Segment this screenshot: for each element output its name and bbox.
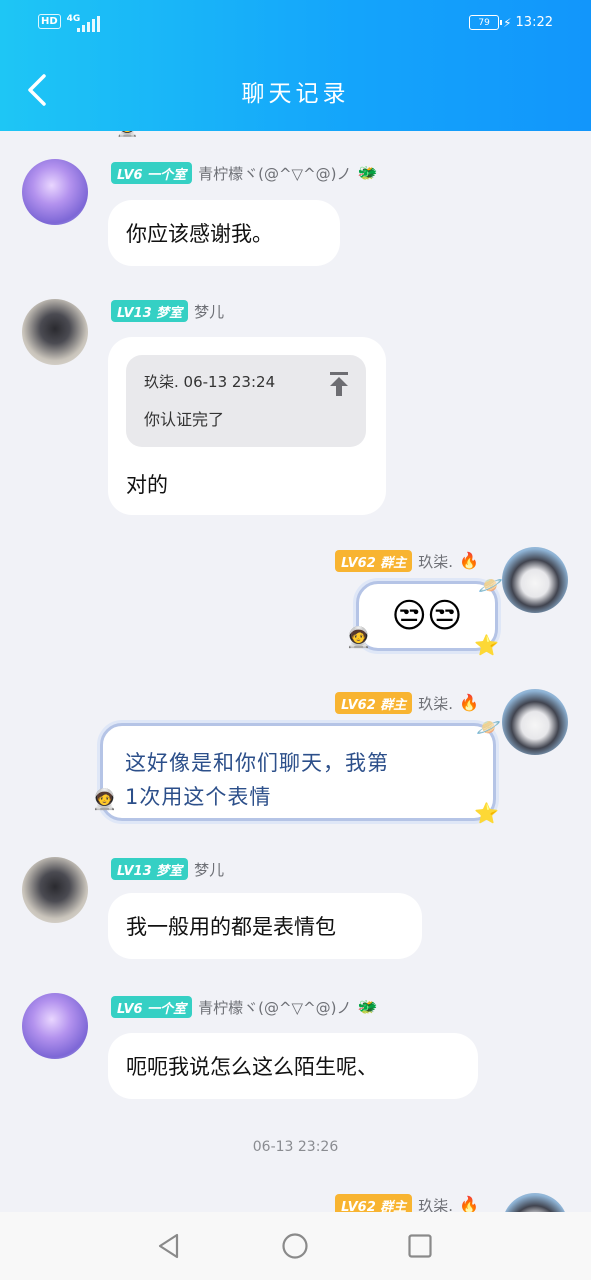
message-bubble[interactable]: 呃呃我说怎么这么陌生呢、 bbox=[108, 1033, 478, 1099]
signal-icon: 4G bbox=[67, 14, 100, 34]
avatar[interactable] bbox=[22, 857, 88, 923]
level-badge: LV62 群主 bbox=[335, 692, 413, 714]
message-text: 对的 bbox=[126, 473, 168, 497]
level-badge: LV62 群主 bbox=[335, 1194, 413, 1212]
battery-level: 79 bbox=[478, 17, 490, 28]
level-badge: LV6 一个室 bbox=[111, 996, 193, 1018]
status-time: 13:22 bbox=[515, 15, 553, 30]
star-icon: ⭐ bbox=[474, 801, 499, 825]
level-badge: LV13 梦室 bbox=[111, 858, 189, 880]
message-meta: LV13 梦室 梦儿 bbox=[111, 857, 224, 881]
avatar[interactable] bbox=[502, 1193, 568, 1212]
level-badge: LV62 群主 bbox=[335, 550, 413, 572]
timestamp: 06-13 23:26 bbox=[252, 1139, 339, 1155]
sender-name[interactable]: 玖柒. bbox=[418, 1195, 453, 1213]
hd-indicator: HD bbox=[38, 14, 61, 29]
fire-icon: 🔥 bbox=[459, 551, 479, 570]
message-text: 你应该感谢我。 bbox=[126, 222, 273, 246]
message-bubble[interactable]: 你应该感谢我。 bbox=[108, 200, 340, 266]
quote-header: 玖柒. 06-13 23:24 bbox=[144, 373, 276, 391]
status-bar: HD 4G 79 ⚡ 13:22 bbox=[0, 0, 591, 50]
level-badge: LV13 梦室 bbox=[111, 300, 189, 322]
level-badge: LV6 一个室 bbox=[111, 162, 193, 184]
sender-name[interactable]: 青柠檬ヾ(@^▽^@)ノ bbox=[198, 997, 351, 1018]
message-meta: LV6 一个室 青柠檬ヾ(@^▽^@)ノ 🐲 bbox=[111, 161, 377, 185]
back-triangle-icon[interactable] bbox=[155, 1232, 183, 1260]
avatar[interactable] bbox=[502, 547, 568, 613]
jump-to-top-icon[interactable] bbox=[328, 371, 350, 397]
fire-icon: 🔥 bbox=[459, 693, 479, 712]
sender-name[interactable]: 梦儿 bbox=[194, 301, 224, 322]
message-emoji: 😒😒 bbox=[391, 596, 463, 636]
system-nav-bar bbox=[0, 1212, 591, 1280]
recents-square-icon[interactable] bbox=[406, 1232, 434, 1260]
sender-name[interactable]: 梦儿 bbox=[194, 859, 224, 880]
message-meta: LV62 群主 玖柒. 🔥 bbox=[335, 1193, 479, 1212]
fire-icon: 🔥 bbox=[459, 1195, 479, 1213]
avatar[interactable] bbox=[22, 159, 88, 225]
astronaut-icon: 🧑‍🚀 bbox=[346, 625, 371, 649]
sender-name[interactable]: 青柠檬ヾ(@^▽^@)ノ bbox=[198, 163, 351, 184]
sticker-decoration-icon: 🧑‍🚀 bbox=[116, 131, 138, 137]
status-right: 79 ⚡ 13:22 bbox=[469, 15, 553, 30]
dragon-icon: 🐲 bbox=[357, 163, 378, 182]
home-circle-icon[interactable] bbox=[281, 1232, 309, 1260]
message-meta: LV62 群主 玖柒. 🔥 bbox=[335, 549, 479, 573]
charging-icon: ⚡ bbox=[503, 15, 512, 30]
message-bubble[interactable]: 这好像是和你们聊天，我第 1次用这个表情 bbox=[100, 723, 496, 821]
avatar[interactable] bbox=[502, 689, 568, 755]
message-meta: LV6 一个室 青柠檬ヾ(@^▽^@)ノ 🐲 bbox=[111, 995, 377, 1019]
quote-text: 你认证完了 bbox=[144, 410, 225, 429]
message-text-line: 这好像是和你们聊天，我第 bbox=[125, 751, 389, 775]
message-bubble[interactable]: 玖柒. 06-13 23:24 你认证完了 对的 bbox=[108, 337, 386, 515]
sender-name[interactable]: 玖柒. bbox=[418, 551, 453, 572]
status-left: HD 4G bbox=[38, 14, 100, 34]
astronaut-icon: 🧑‍🚀 bbox=[92, 787, 117, 811]
battery-icon: 79 bbox=[469, 15, 503, 30]
message-text: 呃呃我说怎么这么陌生呢、 bbox=[126, 1055, 378, 1079]
dragon-icon: 🐲 bbox=[357, 997, 378, 1016]
planet-icon: 🪐 bbox=[476, 715, 501, 739]
message-text: 我一般用的都是表情包 bbox=[126, 915, 336, 939]
page-title: 聊天记录 bbox=[241, 81, 350, 107]
avatar[interactable] bbox=[22, 299, 88, 365]
star-icon: ⭐ bbox=[474, 633, 499, 657]
quoted-message[interactable]: 玖柒. 06-13 23:24 你认证完了 bbox=[126, 355, 366, 447]
sender-name[interactable]: 玖柒. bbox=[418, 693, 453, 714]
chat-history[interactable]: 🧑‍🚀 LV6 一个室 青柠檬ヾ(@^▽^@)ノ 🐲 你应该感谢我。 LV13 … bbox=[0, 131, 591, 1212]
avatar[interactable] bbox=[22, 993, 88, 1059]
message-text-line: 1次用这个表情 bbox=[125, 785, 272, 809]
message-bubble[interactable]: 我一般用的都是表情包 bbox=[108, 893, 422, 959]
planet-icon: 🪐 bbox=[478, 573, 503, 597]
message-meta: LV62 群主 玖柒. 🔥 bbox=[335, 691, 479, 715]
message-meta: LV13 梦室 梦儿 bbox=[111, 299, 224, 323]
app-header: HD 4G 79 ⚡ 13:22 聊天记录 bbox=[0, 0, 591, 131]
